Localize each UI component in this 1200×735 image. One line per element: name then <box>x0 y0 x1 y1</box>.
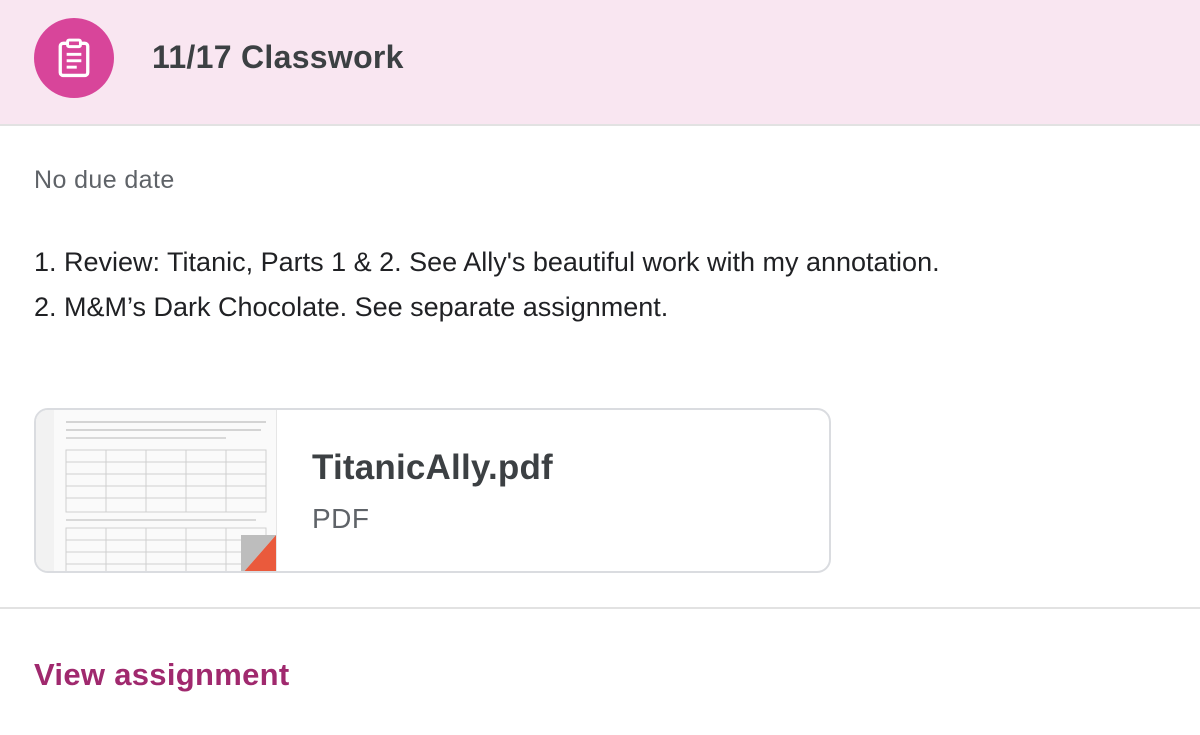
view-assignment-link[interactable]: View assignment <box>34 657 289 693</box>
assignment-icon <box>34 18 114 98</box>
description-line: 2. M&M’s Dark Chocolate. See separate as… <box>34 292 669 322</box>
divider <box>0 607 1200 609</box>
attachment-card[interactable]: TitanicAlly.pdf PDF <box>34 408 831 573</box>
attachment-name[interactable]: TitanicAlly.pdf <box>312 448 553 488</box>
description-line: 1. Review: Titanic, Parts 1 & 2. See All… <box>34 247 940 277</box>
clipboard-icon <box>58 38 90 78</box>
assignment-title[interactable]: 11/17 Classwork <box>152 39 404 76</box>
attachment-type: PDF <box>312 503 370 534</box>
due-date-text: No due date <box>34 166 175 194</box>
pdf-file-thumbnail <box>36 410 277 571</box>
assignment-card: 11/17 Classwork No due date 1. Review: T… <box>0 0 1200 735</box>
assignment-description: 1. Review: Titanic, Parts 1 & 2. See All… <box>34 240 940 330</box>
assignment-header[interactable]: 11/17 Classwork <box>0 0 1200 126</box>
pdf-preview-image <box>36 410 276 571</box>
